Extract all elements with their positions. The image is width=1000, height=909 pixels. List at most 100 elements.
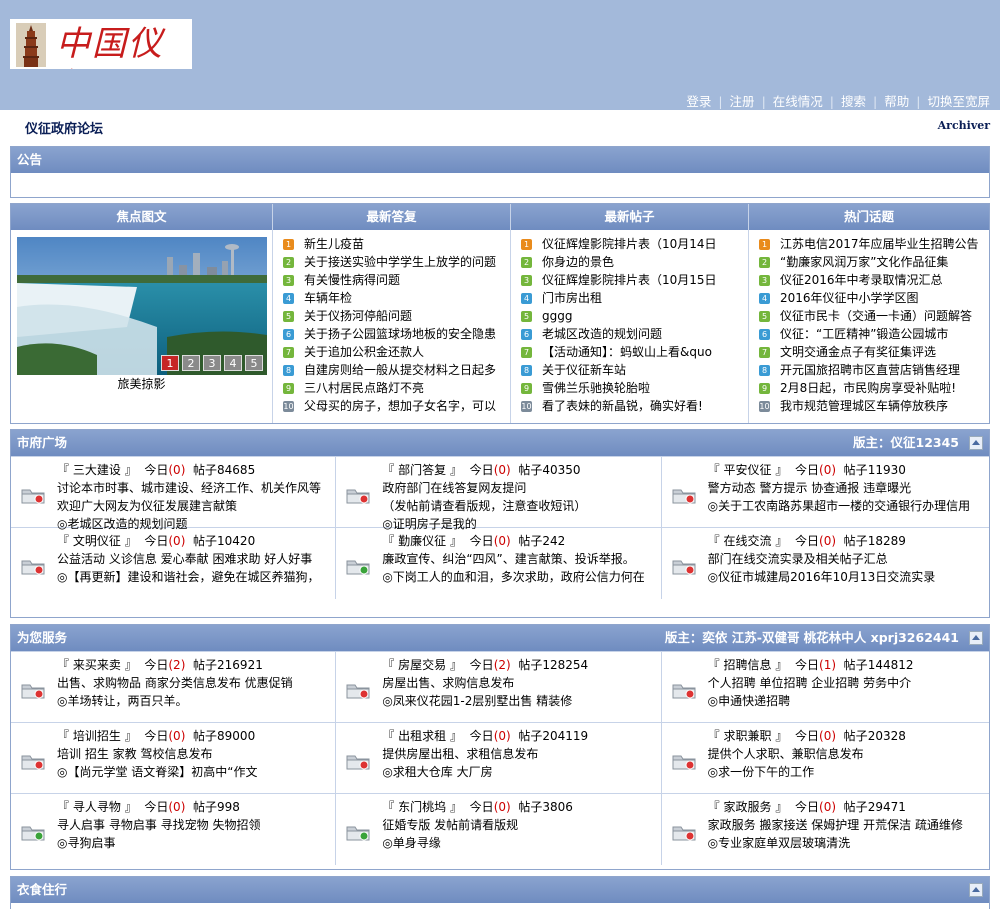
topic-link[interactable]: “勤廉家风润万家”文化作品征集	[780, 253, 948, 271]
list-item[interactable]: 9 2月8日起，市民购房享受补贴啦!	[759, 379, 985, 397]
list-item[interactable]: 8 开元国旅招聘市区直营店销售经理	[759, 361, 985, 379]
topic-link[interactable]: 有关慢性病得问题	[304, 271, 400, 289]
forum-name-link[interactable]: 求职兼职	[724, 729, 772, 743]
last-post-link[interactable]: ◎单身寻缘	[382, 836, 440, 850]
topic-link[interactable]: gggg	[542, 307, 572, 325]
topic-link[interactable]: 雪佛兰乐驰换轮胎啦	[542, 379, 650, 397]
list-item[interactable]: 10 我市规范管理城区车辆停放秩序	[759, 397, 985, 415]
list-item[interactable]: 4 车辆年检	[283, 289, 506, 307]
online-status-link[interactable]: 在线情况	[773, 94, 823, 109]
topic-link[interactable]: 三八村居民点路灯不亮	[304, 379, 424, 397]
last-post-link[interactable]: ◎关于工农南路苏果超市一楼的交通银行办理信用	[708, 499, 970, 513]
list-item[interactable]: 9 三八村居民点路灯不亮	[283, 379, 506, 397]
forum-name-link[interactable]: 房屋交易	[398, 658, 446, 672]
topic-link[interactable]: 仪征市民卡（交通一卡通）问题解答	[780, 307, 972, 325]
category-moderators[interactable]: 版主：仪征12345	[853, 430, 959, 456]
pager-page-5[interactable]: 5	[245, 355, 263, 371]
archiver-link[interactable]: Archiver	[938, 119, 990, 132]
register-link[interactable]: 注册	[730, 94, 755, 109]
list-item[interactable]: 6 关于扬子公园篮球场地板的安全隐患	[283, 325, 506, 343]
search-link[interactable]: 搜索	[841, 94, 866, 109]
category-title[interactable]: 衣食住行	[17, 882, 67, 897]
topic-link[interactable]: 文明交通金点子有奖征集评选	[780, 343, 936, 361]
topic-link[interactable]: 江苏电信2017年应届毕业生招聘公告	[780, 235, 979, 253]
forum-name-link[interactable]: 出租求租	[398, 729, 446, 743]
list-item[interactable]: 1 新生儿疫苗	[283, 235, 506, 253]
topic-link[interactable]: 我市规范管理城区车辆停放秩序	[780, 397, 948, 415]
topic-link[interactable]: 仪征辉煌影院排片表（10月14日	[542, 235, 717, 253]
category-moderators[interactable]: 版主：奕依 江苏-双健哥 桃花林中人 xprj3262441	[665, 625, 959, 651]
last-post-link[interactable]: ◎下岗工人的血和泪，多次求助，政府公信力何在	[382, 570, 644, 584]
topic-link[interactable]: 开元国旅招聘市区直营店销售经理	[780, 361, 960, 379]
last-post-link[interactable]: ◎凤来仪花园1-2层别墅出售 精装修	[382, 694, 572, 708]
last-post-link[interactable]: ◎专业家庭单双层玻璃清洗	[708, 836, 850, 850]
list-item[interactable]: 5 仪征市民卡（交通一卡通）问题解答	[759, 307, 985, 325]
forum-name-link[interactable]: 家政服务	[724, 800, 772, 814]
list-item[interactable]: 3 有关慢性病得问题	[283, 271, 506, 289]
list-item[interactable]: 5 关于仪扬河停船问题	[283, 307, 506, 325]
forum-name-link[interactable]: 平安仪征	[724, 463, 772, 477]
list-item[interactable]: 2 “勤廉家风润万家”文化作品征集	[759, 253, 985, 271]
topic-link[interactable]: 仪征：“工匠精神”锻造公园城市	[780, 325, 948, 343]
list-item[interactable]: 6 仪征：“工匠精神”锻造公园城市	[759, 325, 985, 343]
last-post-link[interactable]: ◎求租大仓库 大厂房	[382, 765, 492, 779]
topic-link[interactable]: 关于仪扬河停船问题	[304, 307, 412, 325]
list-item[interactable]: 4 2016年仪征中小学学区图	[759, 289, 985, 307]
list-item[interactable]: 2 关于接送实验中学学生上放学的问题	[283, 253, 506, 271]
topic-link[interactable]: 父母买的房子，想加子女名字，可以	[304, 397, 496, 415]
collapse-icon[interactable]	[969, 631, 983, 645]
list-item[interactable]: 8 关于仪征新车站	[521, 361, 744, 379]
topic-link[interactable]: 你身边的景色	[542, 253, 614, 271]
forum-name-link[interactable]: 培训招生	[73, 729, 121, 743]
list-item[interactable]: 3 仪征辉煌影院排片表（10月15日	[521, 271, 744, 289]
forum-name-link[interactable]: 三大建设	[73, 463, 121, 477]
topic-link[interactable]: 关于仪征新车站	[542, 361, 626, 379]
pager-page-3[interactable]: 3	[203, 355, 221, 371]
site-logo[interactable]: 中国仪征	[10, 19, 192, 69]
list-item[interactable]: 9 雪佛兰乐驰换轮胎啦	[521, 379, 744, 397]
topic-link[interactable]: 看了表妹的新晶锐，确实好看!	[542, 397, 703, 415]
forum-name-link[interactable]: 部门答复	[398, 463, 446, 477]
last-post-link[interactable]: ◎【尚元学堂 语文脊梁】初高中“作文	[57, 765, 258, 779]
category-title[interactable]: 为您服务	[17, 630, 67, 645]
help-link[interactable]: 帮助	[884, 94, 909, 109]
photo-caption[interactable]: 旅美掠影	[15, 375, 268, 392]
breadcrumb-forum-home[interactable]: 仪征政府论坛	[25, 118, 103, 137]
forum-name-link[interactable]: 招聘信息	[724, 658, 772, 672]
last-post-link[interactable]: ◎羊场转让，两百只羊。	[57, 694, 187, 708]
topic-link[interactable]: 新生儿疫苗	[304, 235, 364, 253]
list-item[interactable]: 7 关于追加公积金还款人	[283, 343, 506, 361]
pager-page-1[interactable]: 1	[161, 355, 179, 371]
last-post-link[interactable]: ◎求一份下午的工作	[708, 765, 814, 779]
topic-link[interactable]: 【活动通知】：蚂蚁山上看&quo	[542, 343, 712, 361]
topic-link[interactable]: 门市房出租	[542, 289, 602, 307]
list-item[interactable]: 8 自建房则给一般从提交材料之日起多	[283, 361, 506, 379]
pager-page-4[interactable]: 4	[224, 355, 242, 371]
list-item[interactable]: 3 仪征2016年中考录取情况汇总	[759, 271, 985, 289]
topic-link[interactable]: 老城区改造的规划问题	[542, 325, 662, 343]
list-item[interactable]: 7 【活动通知】：蚂蚁山上看&quo	[521, 343, 744, 361]
widescreen-toggle-link[interactable]: 切换至宽屏	[927, 94, 990, 109]
topic-link[interactable]: 车辆年检	[304, 289, 352, 307]
last-post-link[interactable]: ◎申通快递招聘	[708, 694, 790, 708]
topic-link[interactable]: 2016年仪征中小学学区图	[780, 289, 919, 307]
topic-link[interactable]: 仪征2016年中考录取情况汇总	[780, 271, 943, 289]
last-post-link[interactable]: ◎仪征市城建局2016年10月13日交流实录	[708, 570, 936, 584]
list-item[interactable]: 10 看了表妹的新晶锐，确实好看!	[521, 397, 744, 415]
topic-link[interactable]: 2月8日起，市民购房享受补贴啦!	[780, 379, 956, 397]
forum-name-link[interactable]: 文明仪征	[73, 534, 121, 548]
list-item[interactable]: 2 你身边的景色	[521, 253, 744, 271]
focus-photo[interactable]: 1 2 3 4 5	[17, 237, 267, 375]
topic-link[interactable]: 自建房则给一般从提交材料之日起多	[304, 361, 496, 379]
forum-name-link[interactable]: 来买来卖	[73, 658, 121, 672]
topic-link[interactable]: 关于追加公积金还款人	[304, 343, 424, 361]
last-post-link[interactable]: ◎寻狗启事	[57, 836, 115, 850]
forum-name-link[interactable]: 勤廉仪征	[398, 534, 446, 548]
topic-link[interactable]: 仪征辉煌影院排片表（10月15日	[542, 271, 717, 289]
list-item[interactable]: 10 父母买的房子，想加子女名字，可以	[283, 397, 506, 415]
pager-page-2[interactable]: 2	[182, 355, 200, 371]
collapse-icon[interactable]	[969, 883, 983, 897]
collapse-icon[interactable]	[969, 436, 983, 450]
list-item[interactable]: 7 文明交通金点子有奖征集评选	[759, 343, 985, 361]
category-title[interactable]: 市府广场	[17, 435, 67, 450]
